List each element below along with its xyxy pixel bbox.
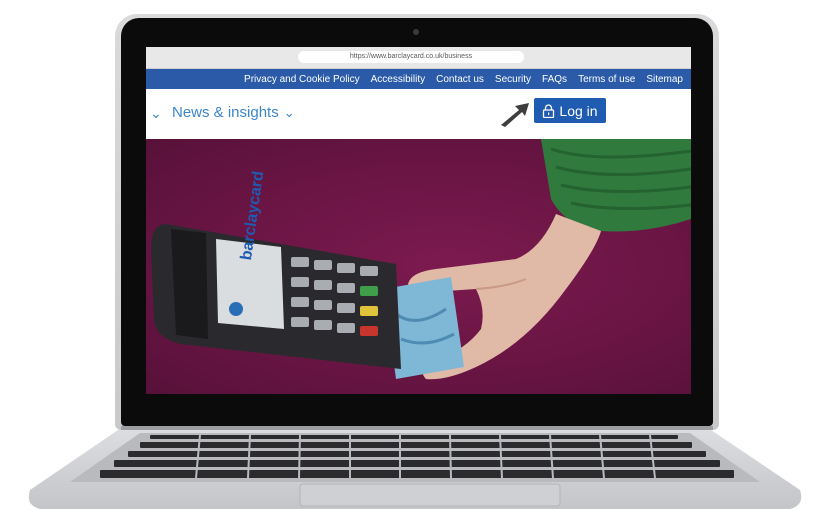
arrow-pointer-icon — [501, 103, 529, 127]
utility-link-accessibility[interactable]: Accessibility — [371, 74, 425, 85]
utility-link-contact[interactable]: Contact us — [436, 74, 484, 85]
main-nav: ⌄ News & insights ⌄ Log in — [146, 89, 691, 139]
utility-link-security[interactable]: Security — [495, 74, 531, 85]
lock-icon — [543, 103, 555, 118]
laptop-screen: https://www.barclaycard.co.uk/business P… — [146, 47, 691, 394]
utility-nav: Privacy and Cookie Policy Accessibility … — [146, 69, 691, 89]
utility-link-faqs[interactable]: FAQs — [542, 74, 567, 85]
hero-illustration — [151, 139, 691, 380]
news-insights-label: News & insights — [172, 104, 279, 121]
news-insights-menu[interactable]: News & insights ⌄ — [172, 104, 295, 121]
login-button[interactable]: Log in — [534, 98, 606, 123]
chevron-down-icon[interactable]: ⌄ — [150, 105, 162, 122]
utility-link-terms[interactable]: Terms of use — [578, 74, 635, 85]
utility-link-privacy[interactable]: Privacy and Cookie Policy — [244, 74, 360, 85]
utility-link-sitemap[interactable]: Sitemap — [646, 74, 683, 85]
hero-image: barclaycard — [146, 139, 691, 394]
browser-toolbar: https://www.barclaycard.co.uk/business — [146, 47, 691, 69]
chevron-down-icon: ⌄ — [283, 104, 295, 120]
webcam — [413, 29, 419, 35]
address-bar[interactable]: https://www.barclaycard.co.uk/business — [298, 51, 524, 63]
login-label: Log in — [559, 102, 598, 119]
laptop-keyboard-base — [28, 430, 802, 509]
